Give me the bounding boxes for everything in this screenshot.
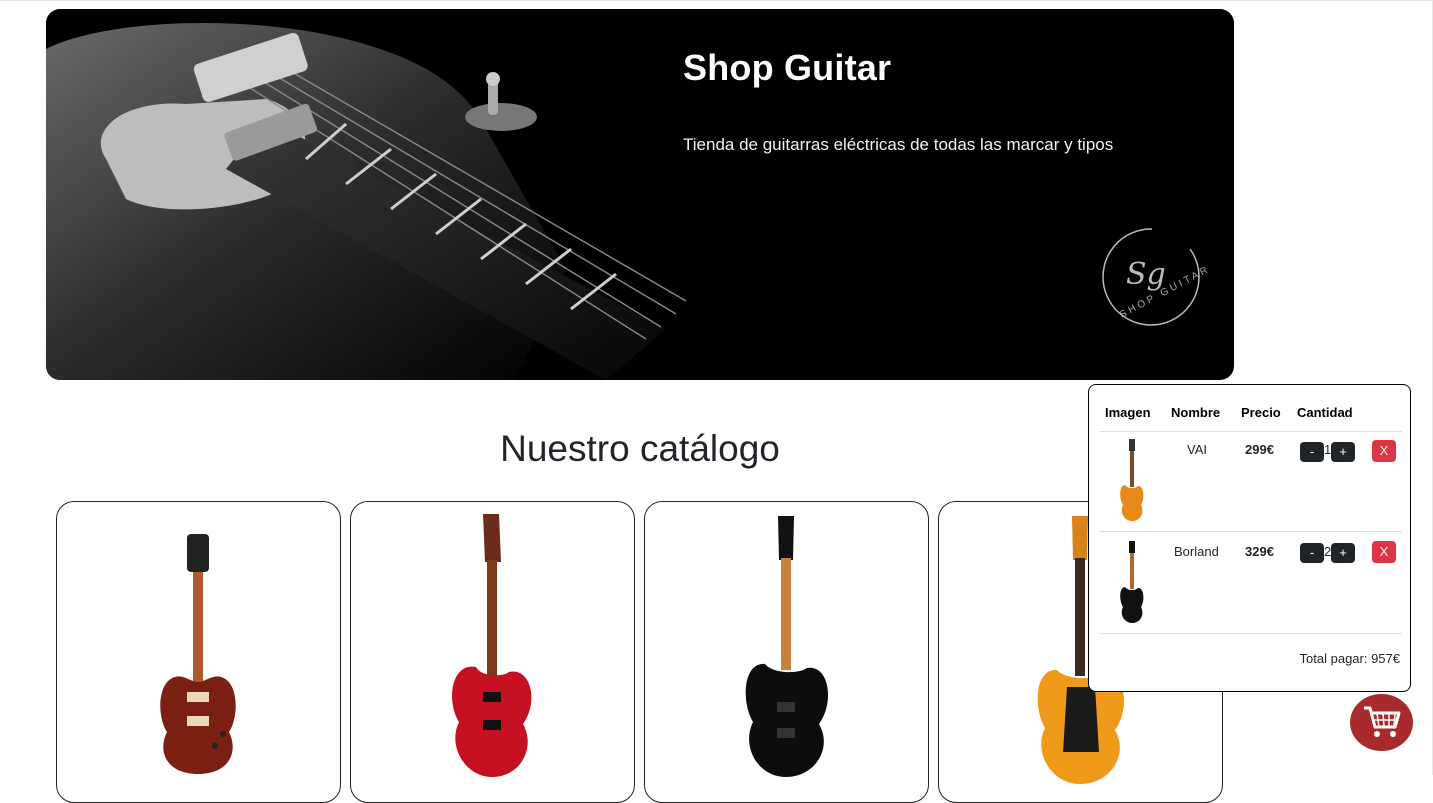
hero-title: Shop Guitar	[683, 47, 892, 88]
decrease-quantity-button[interactable]: -	[1300, 543, 1324, 563]
borland-guitar-thumbnail	[1120, 541, 1144, 623]
logo-initials: Sg	[1126, 257, 1166, 292]
decrease-quantity-button[interactable]: -	[1300, 442, 1324, 462]
guitar-closeup-image	[46, 23, 687, 380]
cart-popup: Imagen Nombre Precio Cantidad VAI 299€ -…	[1088, 384, 1411, 692]
les-paul-guitar-icon	[160, 534, 236, 774]
cart-header-name: Nombre	[1171, 405, 1221, 420]
remove-item-button[interactable]: X	[1372, 440, 1396, 462]
cart-total: Total pagar: 957€	[1299, 651, 1400, 666]
divider	[1099, 633, 1402, 634]
cart-header-image: Imagen	[1105, 405, 1151, 420]
increase-quantity-button[interactable]: +	[1331, 442, 1355, 462]
cart-item-name: Borland	[1174, 544, 1219, 559]
increase-quantity-button[interactable]: +	[1331, 543, 1355, 563]
product-card[interactable]	[350, 501, 635, 803]
black-superstrat-guitar-icon	[745, 516, 829, 777]
red-superstrat-guitar-icon	[452, 514, 532, 777]
shopping-cart-icon	[1364, 706, 1401, 737]
cart-toggle-button[interactable]	[1350, 694, 1413, 751]
top-border	[0, 0, 1433, 1]
product-card[interactable]	[644, 501, 929, 803]
vai-guitar-thumbnail	[1120, 439, 1144, 521]
product-card[interactable]	[56, 501, 341, 803]
cart-item-name: VAI	[1187, 442, 1207, 457]
hero-banner: Shop Guitar Tienda de guitarras eléctric…	[46, 9, 1234, 380]
cart-item-price: 329€	[1245, 544, 1274, 559]
divider	[1099, 431, 1402, 432]
cart-header-price: Precio	[1241, 405, 1281, 420]
cart-header-quantity: Cantidad	[1297, 405, 1353, 420]
divider	[1099, 531, 1402, 532]
remove-item-button[interactable]: X	[1372, 541, 1396, 563]
hero-subtitle: Tienda de guitarras eléctricas de todas …	[683, 135, 1114, 154]
cart-item-price: 299€	[1245, 442, 1274, 457]
